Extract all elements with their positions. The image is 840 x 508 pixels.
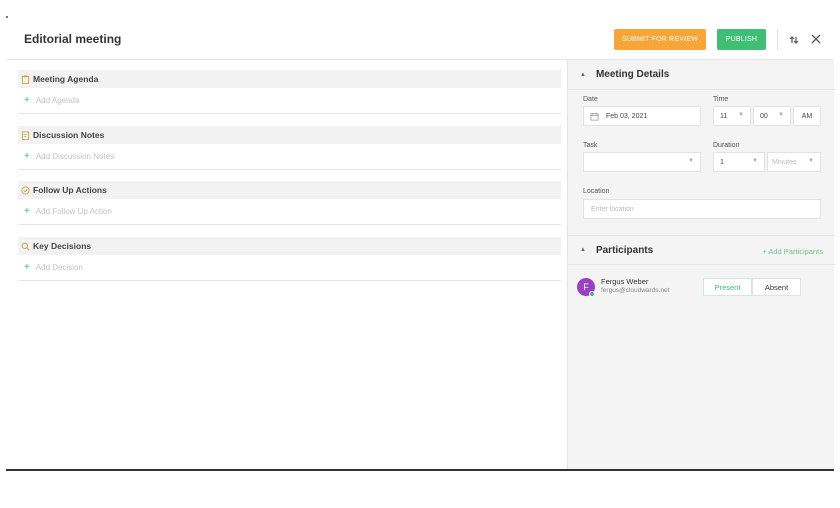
time-label: Time	[713, 96, 729, 103]
add-decision-button[interactable]: + Add Decision	[18, 255, 561, 281]
add-agenda-label: Add Agenda	[35, 96, 80, 105]
section-header: Discussion Notes	[18, 126, 561, 144]
location-input[interactable]: Enter location	[583, 199, 821, 219]
sync-icon[interactable]	[788, 34, 800, 46]
add-decision-label: Add Decision	[35, 263, 83, 272]
header-divider	[777, 29, 778, 50]
participant-name: Fergus Weber	[601, 277, 649, 286]
date-value: Feb 03, 2021	[606, 112, 648, 120]
section-meeting-agenda: Meeting Agenda + Add Agenda	[18, 70, 561, 114]
content-column: Meeting Agenda + Add Agenda Discussion N…	[6, 60, 567, 469]
chevron-down-icon: ▼	[752, 158, 758, 164]
plus-icon: +	[24, 151, 30, 162]
page-title: Editorial meeting	[24, 32, 122, 46]
calendar-icon	[590, 112, 599, 121]
location-label: Location	[583, 188, 610, 195]
collapse-icon: ▲	[580, 71, 586, 78]
meeting-details-title: Meeting Details	[595, 69, 670, 80]
submit-for-review-button[interactable]: SUBMIT FOR REVIEW	[614, 29, 706, 50]
collapse-icon: ▲	[580, 247, 586, 253]
section-title: Meeting Agenda	[33, 74, 99, 84]
meeting-dialog: Editorial meeting SUBMIT FOR REVIEW PUBL…	[6, 18, 835, 471]
participants-header[interactable]: ▲ Participants + Add Participants	[568, 235, 835, 265]
add-discussion-notes-button[interactable]: + Add Discussion Notes	[18, 144, 561, 170]
hour-value: 11	[720, 112, 728, 120]
minute-value: 00	[760, 112, 768, 120]
section-title: Discussion Notes	[33, 130, 105, 140]
plus-icon: +	[24, 206, 30, 217]
date-field[interactable]: Feb 03, 2021	[583, 106, 701, 126]
plus-icon: +	[24, 95, 30, 106]
duration-label: Duration	[713, 142, 740, 149]
duration-value: 1	[720, 158, 724, 166]
chevron-down-icon: ▼	[808, 158, 814, 164]
location-placeholder: Enter location	[591, 205, 634, 213]
section-header: Meeting Agenda	[18, 70, 561, 88]
ampm-select[interactable]: AM	[793, 106, 821, 126]
absent-toggle[interactable]: Absent	[752, 278, 801, 296]
present-toggle[interactable]: Present	[703, 278, 752, 296]
dialog-header: Editorial meeting SUBMIT FOR REVIEW PUBL…	[6, 18, 834, 60]
clipboard-icon	[21, 74, 30, 84]
close-icon[interactable]	[810, 33, 822, 45]
add-participants-link[interactable]: + Add Participants	[762, 247, 823, 256]
participant-email: fergus@cloudwards.net	[601, 287, 670, 294]
section-discussion-notes: Discussion Notes + Add Discussion Notes	[18, 126, 561, 170]
duration-unit-value: Minutes	[772, 158, 797, 166]
task-select[interactable]: ▼	[583, 152, 701, 172]
online-status-dot	[589, 291, 595, 297]
task-label: Task	[583, 142, 598, 149]
participants-title: Participants	[595, 244, 654, 256]
duration-unit-select[interactable]: Minutes ▼	[767, 152, 821, 172]
publish-button[interactable]: PUBLISH	[717, 29, 766, 50]
check-circle-icon	[21, 185, 30, 195]
duration-select[interactable]: 1 ▼	[713, 152, 765, 172]
chevron-down-icon: ▼	[688, 158, 694, 164]
section-follow-up-actions: Follow Up Actions + Add Follow Up Action	[18, 181, 561, 225]
notes-icon	[21, 130, 30, 140]
minute-select[interactable]: 00 ▼	[753, 106, 791, 126]
date-label: Date	[583, 96, 598, 103]
section-title: Follow Up Actions	[33, 185, 107, 195]
chevron-down-icon: ▼	[778, 112, 784, 118]
plus-icon: +	[24, 262, 30, 273]
add-follow-up-action-label: Add Follow Up Action	[35, 207, 112, 216]
section-key-decisions: Key Decisions + Add Decision	[18, 237, 561, 281]
search-icon	[21, 242, 30, 250]
participant-row: F Fergus Weber fergus@cloudwards.net Pre…	[577, 274, 827, 302]
add-discussion-notes-label: Add Discussion Notes	[35, 152, 115, 161]
add-follow-up-action-button[interactable]: + Add Follow Up Action	[18, 199, 561, 225]
hour-select[interactable]: 11 ▼	[713, 106, 751, 126]
add-agenda-button[interactable]: + Add Agenda	[18, 88, 561, 114]
details-panel: ▲ Meeting Details Date Feb 03, 2021 Time…	[567, 60, 835, 469]
section-header: Follow Up Actions	[18, 181, 561, 199]
meeting-details-header[interactable]: ▲ Meeting Details	[568, 60, 835, 90]
section-title: Key Decisions	[33, 241, 92, 251]
chevron-down-icon: ▼	[738, 112, 744, 118]
section-header: Key Decisions	[18, 237, 561, 255]
ampm-value: AM	[801, 112, 813, 120]
